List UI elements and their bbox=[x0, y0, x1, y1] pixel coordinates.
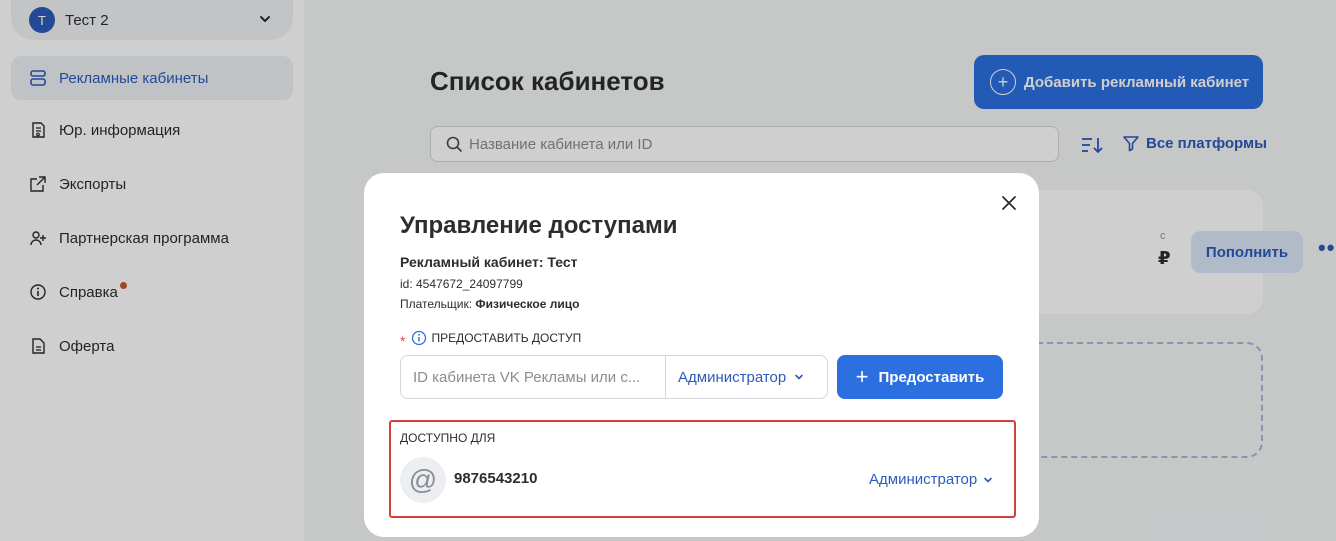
close-button[interactable] bbox=[998, 192, 1020, 214]
cabinet-id-input[interactable] bbox=[401, 356, 666, 398]
required-marker: * bbox=[400, 333, 406, 349]
access-list-section: ДОСТУПНО ДЛЯ @ 9876543210 Администратор bbox=[389, 420, 1016, 518]
payer-value: Физическое лицо bbox=[475, 297, 580, 311]
grant-access-form: Администратор bbox=[400, 355, 828, 399]
role-select[interactable]: Администратор bbox=[666, 356, 827, 398]
plus-icon: + bbox=[855, 364, 869, 389]
chevron-down-icon bbox=[795, 374, 804, 380]
grant-button-label: Предоставить bbox=[878, 368, 985, 386]
grant-access-button[interactable]: + Предоставить bbox=[837, 355, 1003, 399]
role-select-value: Администратор bbox=[678, 368, 787, 386]
grant-access-text: ПРЕДОСТАВИТЬ ДОСТУП bbox=[431, 331, 582, 345]
cabinet-id: id: 4547672_24097799 bbox=[400, 277, 523, 291]
access-role-value: Администратор bbox=[869, 471, 978, 488]
at-sign-icon: @ bbox=[400, 457, 446, 503]
cabinet-name: Тест bbox=[547, 254, 578, 270]
close-icon bbox=[1002, 196, 1016, 210]
modal-title: Управление доступами bbox=[400, 212, 678, 239]
payer-label: Плательщик: bbox=[400, 297, 476, 311]
info-icon[interactable] bbox=[411, 330, 427, 346]
access-list-label: ДОСТУПНО ДЛЯ bbox=[400, 431, 496, 445]
cabinet-label: Рекламный кабинет: bbox=[400, 254, 548, 270]
access-management-modal: Управление доступами Рекламный кабинет: … bbox=[364, 173, 1039, 537]
access-role-select[interactable]: Администратор bbox=[869, 471, 993, 488]
grant-access-label: * ПРЕДОСТАВИТЬ ДОСТУП bbox=[400, 330, 582, 349]
cabinet-info: Рекламный кабинет: Тест bbox=[400, 254, 578, 270]
payer-info: Плательщик: Физическое лицо bbox=[400, 297, 579, 311]
chevron-down-icon bbox=[984, 477, 993, 483]
access-user-id: 9876543210 bbox=[454, 470, 538, 487]
